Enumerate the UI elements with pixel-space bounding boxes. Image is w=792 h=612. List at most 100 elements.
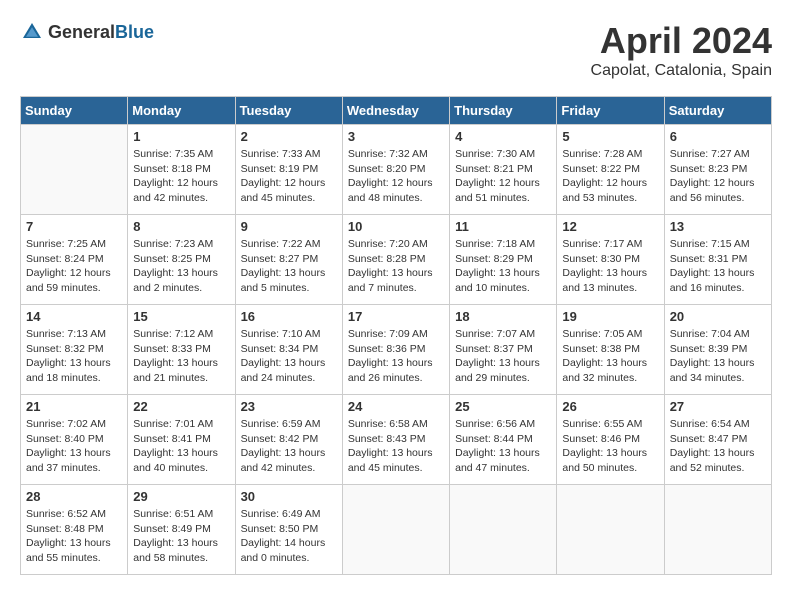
calendar-cell [664,485,771,575]
day-info: Sunrise: 7:27 AM Sunset: 8:23 PM Dayligh… [670,147,766,206]
day-number: 27 [670,399,766,414]
day-number: 10 [348,219,444,234]
calendar-cell: 30 Sunrise: 6:49 AM Sunset: 8:50 PM Dayli… [235,485,342,575]
logo-general: General [48,22,115,42]
day-info: Sunrise: 6:59 AM Sunset: 8:42 PM Dayligh… [241,417,337,476]
calendar-cell: 9Sunrise: 7:22 AM Sunset: 8:27 PM Daylig… [235,215,342,305]
col-header-sunday: Sunday [21,97,128,125]
calendar-cell: 17 Sunrise: 7:09 AM Sunset: 8:36 PM Dayli… [342,305,449,395]
calendar-cell: 23 Sunrise: 6:59 AM Sunset: 8:42 PM Dayli… [235,395,342,485]
day-info: Sunrise: 6:54 AM Sunset: 8:47 PM Dayligh… [670,417,766,476]
day-number: 21 [26,399,122,414]
week-row-2: 7 Sunrise: 7:25 AM Sunset: 8:24 PM Daylig… [21,215,772,305]
day-number: 16 [241,309,337,324]
calendar-cell: 16 Sunrise: 7:10 AM Sunset: 8:34 PM Dayli… [235,305,342,395]
day-number: 25 [455,399,551,414]
day-number: 2 [241,129,337,144]
calendar-cell: 7 Sunrise: 7:25 AM Sunset: 8:24 PM Daylig… [21,215,128,305]
day-info: Sunrise: 7:02 AM Sunset: 8:40 PM Dayligh… [26,417,122,476]
day-number: 18 [455,309,551,324]
calendar-cell: 1Sunrise: 7:35 AM Sunset: 8:18 PM Daylig… [128,125,235,215]
day-number: 23 [241,399,337,414]
day-info: Sunrise: 7:23 AM Sunset: 8:25 PM Dayligh… [133,237,229,296]
day-number: 6 [670,129,766,144]
calendar-table: SundayMondayTuesdayWednesdayThursdayFrid… [20,96,772,575]
calendar-cell: 19Sunrise: 7:05 AM Sunset: 8:38 PM Dayli… [557,305,664,395]
col-header-wednesday: Wednesday [342,97,449,125]
day-info: Sunrise: 6:49 AM Sunset: 8:50 PM Dayligh… [241,507,337,566]
day-number: 5 [562,129,658,144]
col-header-tuesday: Tuesday [235,97,342,125]
day-number: 20 [670,309,766,324]
day-info: Sunrise: 6:56 AM Sunset: 8:44 PM Dayligh… [455,417,551,476]
day-info: Sunrise: 7:18 AM Sunset: 8:29 PM Dayligh… [455,237,551,296]
day-info: Sunrise: 7:15 AM Sunset: 8:31 PM Dayligh… [670,237,766,296]
day-info: Sunrise: 7:25 AM Sunset: 8:24 PM Dayligh… [26,237,122,296]
day-number: 9 [241,219,337,234]
calendar-cell: 8 Sunrise: 7:23 AM Sunset: 8:25 PM Daylig… [128,215,235,305]
calendar-cell: 22 Sunrise: 7:01 AM Sunset: 8:41 PM Dayli… [128,395,235,485]
page-header: GeneralBlue April 2024 Capolat, Cataloni… [20,20,772,80]
day-info: Sunrise: 7:12 AM Sunset: 8:33 PM Dayligh… [133,327,229,386]
day-info: Sunrise: 6:58 AM Sunset: 8:43 PM Dayligh… [348,417,444,476]
day-info: Sunrise: 7:10 AM Sunset: 8:34 PM Dayligh… [241,327,337,386]
col-header-saturday: Saturday [664,97,771,125]
col-header-monday: Monday [128,97,235,125]
logo-icon [20,20,44,44]
day-number: 3 [348,129,444,144]
day-info: Sunrise: 6:55 AM Sunset: 8:46 PM Dayligh… [562,417,658,476]
day-info: Sunrise: 7:01 AM Sunset: 8:41 PM Dayligh… [133,417,229,476]
calendar-cell: 26 Sunrise: 6:55 AM Sunset: 8:46 PM Dayli… [557,395,664,485]
calendar-cell: 10 Sunrise: 7:20 AM Sunset: 8:28 PM Dayli… [342,215,449,305]
location-subtitle: Capolat, Catalonia, Spain [591,62,772,80]
day-number: 4 [455,129,551,144]
day-number: 15 [133,309,229,324]
day-info: Sunrise: 7:20 AM Sunset: 8:28 PM Dayligh… [348,237,444,296]
calendar-cell: 27 Sunrise: 6:54 AM Sunset: 8:47 PM Dayli… [664,395,771,485]
calendar-cell: 6 Sunrise: 7:27 AM Sunset: 8:23 PM Daylig… [664,125,771,215]
calendar-cell [21,125,128,215]
day-number: 7 [26,219,122,234]
day-info: Sunrise: 7:28 AM Sunset: 8:22 PM Dayligh… [562,147,658,206]
day-number: 28 [26,489,122,504]
day-info: Sunrise: 7:13 AM Sunset: 8:32 PM Dayligh… [26,327,122,386]
day-info: Sunrise: 7:04 AM Sunset: 8:39 PM Dayligh… [670,327,766,386]
calendar-cell [342,485,449,575]
day-info: Sunrise: 7:30 AM Sunset: 8:21 PM Dayligh… [455,147,551,206]
calendar-cell [557,485,664,575]
day-number: 26 [562,399,658,414]
logo-blue: Blue [115,22,154,42]
day-number: 29 [133,489,229,504]
day-number: 17 [348,309,444,324]
calendar-cell: 21 Sunrise: 7:02 AM Sunset: 8:40 PM Dayli… [21,395,128,485]
day-number: 30 [241,489,337,504]
calendar-cell: 2 Sunrise: 7:33 AM Sunset: 8:19 PM Daylig… [235,125,342,215]
title-block: April 2024 Capolat, Catalonia, Spain [591,20,772,80]
week-row-5: 28 Sunrise: 6:52 AM Sunset: 8:48 PM Dayli… [21,485,772,575]
calendar-cell: 14 Sunrise: 7:13 AM Sunset: 8:32 PM Dayli… [21,305,128,395]
day-info: Sunrise: 7:32 AM Sunset: 8:20 PM Dayligh… [348,147,444,206]
calendar-cell: 11 Sunrise: 7:18 AM Sunset: 8:29 PM Dayli… [450,215,557,305]
day-number: 11 [455,219,551,234]
day-info: Sunrise: 7:33 AM Sunset: 8:19 PM Dayligh… [241,147,337,206]
day-number: 19 [562,309,658,324]
calendar-cell: 25 Sunrise: 6:56 AM Sunset: 8:44 PM Dayli… [450,395,557,485]
logo: GeneralBlue [20,20,154,44]
calendar-cell: 20 Sunrise: 7:04 AM Sunset: 8:39 PM Dayli… [664,305,771,395]
calendar-cell: 3 Sunrise: 7:32 AM Sunset: 8:20 PM Daylig… [342,125,449,215]
week-row-4: 21 Sunrise: 7:02 AM Sunset: 8:40 PM Dayli… [21,395,772,485]
month-title: April 2024 [591,20,772,62]
calendar-cell: 15 Sunrise: 7:12 AM Sunset: 8:33 PM Dayli… [128,305,235,395]
col-header-thursday: Thursday [450,97,557,125]
week-row-3: 14 Sunrise: 7:13 AM Sunset: 8:32 PM Dayli… [21,305,772,395]
day-info: Sunrise: 7:09 AM Sunset: 8:36 PM Dayligh… [348,327,444,386]
day-number: 12 [562,219,658,234]
day-number: 8 [133,219,229,234]
day-number: 22 [133,399,229,414]
day-number: 13 [670,219,766,234]
calendar-cell: 28 Sunrise: 6:52 AM Sunset: 8:48 PM Dayli… [21,485,128,575]
day-number: 14 [26,309,122,324]
calendar-cell: 5 Sunrise: 7:28 AM Sunset: 8:22 PM Daylig… [557,125,664,215]
day-info: Sunrise: 6:52 AM Sunset: 8:48 PM Dayligh… [26,507,122,566]
calendar-cell: 18Sunrise: 7:07 AM Sunset: 8:37 PM Dayli… [450,305,557,395]
